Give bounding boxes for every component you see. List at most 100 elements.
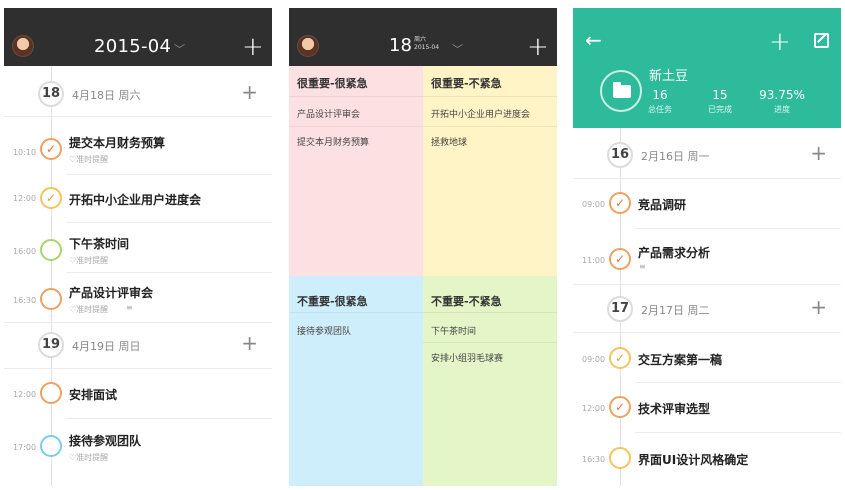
task-title: 竞品调研 <box>638 198 687 212</box>
quadrant-item[interactable]: 产品设计评审会 <box>297 107 360 120</box>
task-title: 接待参观团队 <box>69 434 142 448</box>
quadrant-item[interactable]: 提交本月财务预算 <box>297 135 369 148</box>
task-item[interactable]: 12:00 ✓ 技术评审选型 <box>573 382 841 430</box>
task-item[interactable]: 16:00 下午茶时间 ♡准时提醒 <box>4 222 272 270</box>
task-reminder: ♡准时提醒 <box>69 256 109 265</box>
task-time: 12:00 <box>13 390 37 399</box>
divider <box>289 96 423 97</box>
stat-total-value: 16 <box>652 88 668 102</box>
task-title: 安排面试 <box>69 388 118 402</box>
task-checkbox[interactable] <box>40 382 62 404</box>
quadrant-item[interactable]: 下午茶时间 <box>431 324 476 337</box>
task-item[interactable]: 16:30 界面UI设计风格确定 <box>573 432 841 480</box>
check-icon: ✓ <box>614 196 626 210</box>
task-checkbox[interactable]: ✓ <box>609 396 631 418</box>
task-item[interactable]: 10:10 ✓ 提交本月财务预算 ♡准时提醒 <box>4 120 272 168</box>
task-item[interactable]: 11:00 ✓ 产品需求分析 ≡ <box>573 228 841 276</box>
chevron-down-icon[interactable]: ﹀ <box>452 41 463 57</box>
date-label: 2月17日 周二 <box>641 304 710 317</box>
check-icon: ✓ <box>614 400 626 414</box>
task-checkbox[interactable] <box>40 435 62 457</box>
avatar[interactable] <box>297 35 319 57</box>
divider <box>423 126 557 127</box>
task-title: 交互方案第一稿 <box>638 353 723 367</box>
task-reminder: ♡准时提醒 <box>69 155 109 164</box>
quadrant-urgent-not-important[interactable]: 不重要-很紧急 接待参观团队 <box>289 276 423 486</box>
app-header: 2015-04 ﹀ + <box>4 8 272 66</box>
task-item[interactable]: 09:00 ✓ 竞品调研 <box>573 178 841 226</box>
add-task-day-button[interactable]: + <box>810 297 827 317</box>
task-checkbox[interactable]: ✓ <box>40 138 62 160</box>
task-time: 16:30 <box>13 296 37 305</box>
add-task-day-button[interactable]: + <box>241 82 258 102</box>
stat-progress-label: 进度 <box>774 105 790 114</box>
back-arrow-icon[interactable]: ← <box>585 30 602 50</box>
add-task-day-button[interactable]: + <box>810 143 827 163</box>
task-time: 16:00 <box>13 247 37 256</box>
quadrant-item[interactable]: 安排小组羽毛球赛 <box>431 351 503 364</box>
task-item[interactable]: 12:00 ✓ 开拓中小企业用户进度会 <box>4 174 272 222</box>
task-checkbox[interactable]: ✓ <box>609 248 631 270</box>
date-circle: 18 <box>38 81 64 107</box>
task-title: 下午茶时间 <box>69 237 130 251</box>
task-checkbox[interactable] <box>40 288 62 310</box>
stat-progress-value: 93.75% <box>759 88 805 102</box>
task-checkbox[interactable] <box>609 447 631 469</box>
task-time: 09:00 <box>582 355 606 364</box>
add-task-button[interactable]: + <box>769 29 791 55</box>
task-title: 产品需求分析 <box>638 246 711 260</box>
task-title: 界面UI设计风格确定 <box>638 453 749 467</box>
task-checkbox[interactable]: ✓ <box>609 192 631 214</box>
stat-done-label: 已完成 <box>708 105 732 114</box>
avatar[interactable] <box>12 35 34 57</box>
add-task-button[interactable]: + <box>527 34 549 60</box>
divider <box>423 342 557 343</box>
quadrant-title: 很重要-不紧急 <box>431 77 502 90</box>
task-checkbox[interactable]: ✓ <box>40 187 62 209</box>
task-time: 09:00 <box>582 200 606 209</box>
task-time: 10:10 <box>13 148 37 157</box>
task-title: 技术评审选型 <box>638 402 711 416</box>
weekday-label: 周六 <box>414 36 427 43</box>
month-label: 2015-04 <box>414 44 440 51</box>
task-checkbox[interactable] <box>40 239 62 261</box>
task-item[interactable]: 09:00 ✓ 交互方案第一稿 <box>573 332 841 380</box>
quadrant-not-urgent-not-important[interactable]: 不重要-不紧急 下午茶时间 安排小组羽毛球赛 <box>423 276 557 486</box>
task-checkbox[interactable]: ✓ <box>609 347 631 369</box>
quadrant-urgent-important[interactable]: 很重要-很紧急 产品设计评审会 提交本月财务预算 <box>289 66 423 276</box>
quadrant-title: 不重要-很紧急 <box>297 295 368 308</box>
add-task-day-button[interactable]: + <box>241 333 258 353</box>
chevron-down-icon[interactable]: ﹀ <box>174 41 185 57</box>
priority-quadrant-screen: 18 周六 2015-04 ﹀ + 很重要-很紧急 产品设计评审会 提交本月财务… <box>289 8 557 486</box>
month-title[interactable]: 2015-04 <box>94 36 171 57</box>
quadrant-item[interactable]: 接待参观团队 <box>297 324 351 337</box>
quadrant-item[interactable]: 开拓中小企业用户进度会 <box>431 107 530 120</box>
day-number[interactable]: 18 <box>389 35 412 56</box>
date-label: 4月19日 周日 <box>72 340 141 353</box>
divider <box>289 312 423 313</box>
task-time: 11:00 <box>582 256 606 265</box>
task-time: 12:00 <box>13 194 37 203</box>
notes-icon: ≡ <box>639 262 646 271</box>
edit-icon[interactable] <box>814 33 829 48</box>
quadrant-item[interactable]: 拯救地球 <box>431 135 467 148</box>
task-time: 17:00 <box>13 443 37 452</box>
add-task-button[interactable]: + <box>242 34 264 60</box>
task-time: 12:00 <box>582 404 606 413</box>
date-circle: 16 <box>607 142 633 168</box>
quadrant-title: 很重要-很紧急 <box>297 77 368 90</box>
divider <box>423 96 557 97</box>
date-label: 2月16日 周一 <box>641 150 710 163</box>
app-header: 18 周六 2015-04 ﹀ + <box>289 8 557 66</box>
task-item[interactable]: 17:00 接待参观团队 ♡准时提醒 <box>4 418 272 466</box>
date-header-19: 19 4月19日 周日 + <box>4 322 272 368</box>
check-icon: ✓ <box>45 191 57 205</box>
task-item[interactable]: 12:00 安排面试 <box>4 368 272 416</box>
quadrant-important-not-urgent[interactable]: 很重要-不紧急 开拓中小企业用户进度会 拯救地球 <box>423 66 557 276</box>
date-header-16: 16 2月16日 周一 + <box>573 132 841 178</box>
task-reminder: ♡准时提醒 <box>69 305 109 314</box>
task-title: 开拓中小企业用户进度会 <box>69 193 202 207</box>
notes-icon: ≡ <box>126 303 133 312</box>
task-item[interactable]: 16:30 产品设计评审会 ♡准时提醒 ≡ <box>4 272 272 320</box>
quadrant-title: 不重要-不紧急 <box>431 295 502 308</box>
